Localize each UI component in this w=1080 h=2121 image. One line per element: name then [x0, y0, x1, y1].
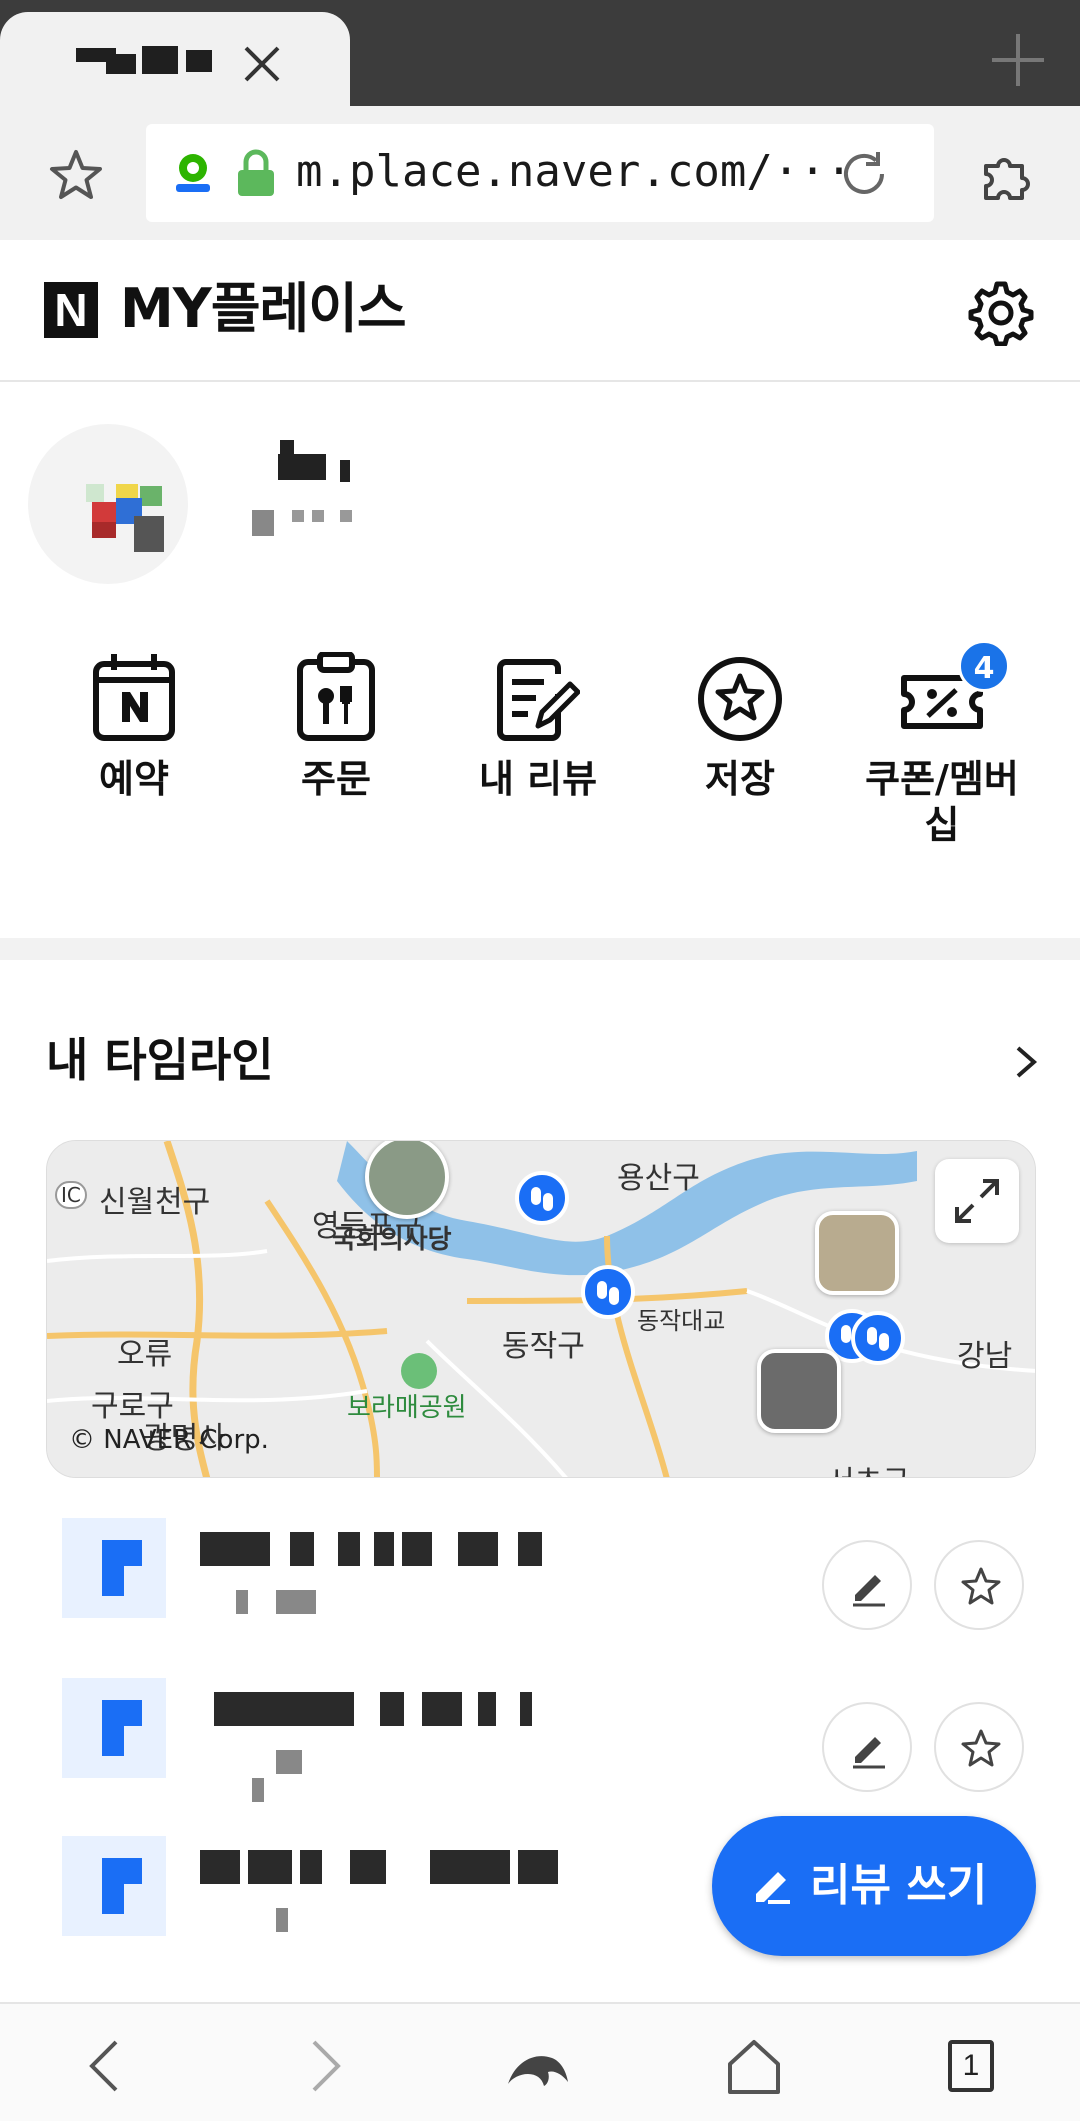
place-thumbnail: [62, 1678, 166, 1778]
menu-label: 내 리뷰: [478, 757, 598, 801]
write-review-fab[interactable]: 리뷰 쓰기: [712, 1816, 1036, 1956]
close-tab-icon[interactable]: [240, 42, 284, 86]
map-label: 용산구: [617, 1161, 700, 1196]
menu-label: 주문: [301, 757, 371, 801]
naver-logo[interactable]: N: [44, 282, 98, 338]
browser-tab[interactable]: [0, 12, 350, 106]
avatar[interactable]: [28, 424, 188, 584]
address-bar[interactable]: m.place.naver.com/···: [146, 124, 934, 222]
url-text: m.place.naver.com/···: [296, 146, 853, 197]
bookmark-star-icon[interactable]: [46, 146, 106, 206]
expand-map-button[interactable]: [935, 1159, 1019, 1243]
save-star-button[interactable]: [934, 1540, 1024, 1630]
place-title-redacted: [200, 1532, 560, 1566]
list-item[interactable]: [0, 1518, 1080, 1668]
place-title-redacted: [200, 1850, 560, 1884]
map-label: 보라매공원: [347, 1393, 467, 1423]
home-icon[interactable]: [722, 2034, 786, 2098]
calendar-n-icon: [93, 654, 175, 741]
menu-my-review[interactable]: 내 리뷰: [438, 640, 638, 860]
page-title: MY플레이스: [120, 277, 407, 340]
quick-menu: 예약 주문 내 리뷰 저장 4 쿠폰/멤버십: [0, 640, 1080, 870]
star-circle-icon: [698, 657, 782, 741]
timeline-title[interactable]: 내 타임라인: [46, 1030, 274, 1090]
map-label: 천구: [155, 1185, 211, 1220]
note-pen-icon: [497, 659, 580, 741]
expand-icon: [955, 1179, 999, 1223]
map-copyright: © NAVER Corp.: [69, 1425, 269, 1455]
map-label: 서초구: [827, 1457, 910, 1477]
map-label: 국회의사당: [332, 1225, 452, 1255]
map-label: 강남: [957, 1339, 1013, 1374]
place-subtitle-redacted: [236, 1590, 316, 1614]
place-photo-pin[interactable]: [815, 1211, 899, 1295]
write-review-button[interactable]: [822, 1540, 912, 1630]
map-label: 오류: [117, 1337, 173, 1372]
pencil-icon: [756, 1872, 790, 1904]
map-label: 신월: [99, 1185, 155, 1220]
dolphin-menu-icon[interactable]: [506, 2034, 570, 2098]
browser-toolbar: m.place.naver.com/···: [0, 106, 1080, 240]
menu-reservation[interactable]: 예약: [34, 640, 234, 860]
visit-pin[interactable]: [851, 1311, 905, 1365]
place-thumbnail: [62, 1518, 166, 1618]
timeline-map[interactable]: IC 신월 천구 용산구 영등포구 국회의사당 동작대교 동작구 강남 오류 구…: [46, 1140, 1036, 1478]
browser-bottom-bar: 1: [0, 2002, 1080, 2121]
clipboard-fork-icon: [297, 652, 375, 741]
location-pin-icon: [176, 154, 210, 192]
back-icon[interactable]: [76, 2034, 140, 2098]
visit-pin[interactable]: [515, 1171, 569, 1225]
profile-name-redacted: [200, 430, 360, 540]
menu-order[interactable]: 주문: [236, 640, 436, 860]
extension-puzzle-icon[interactable]: [976, 146, 1036, 206]
write-review-button[interactable]: [822, 1702, 912, 1792]
map-badge: IC: [55, 1181, 87, 1209]
visit-pin[interactable]: [581, 1265, 635, 1319]
tab-count-button[interactable]: 1: [948, 2040, 994, 2092]
menu-label: 예약: [99, 757, 169, 801]
map-label: 동작구: [502, 1329, 585, 1364]
fab-label: 리뷰 쓰기: [810, 1860, 988, 1911]
lock-icon: [238, 149, 274, 196]
save-star-button[interactable]: [934, 1702, 1024, 1792]
list-item[interactable]: [0, 1678, 1080, 1828]
gear-icon[interactable]: [968, 280, 1034, 346]
place-thumbnail: [62, 1836, 166, 1936]
pencil-icon: [853, 1575, 885, 1607]
reload-icon[interactable]: [834, 144, 894, 204]
menu-label: 쿠폰/멤버십: [865, 757, 1019, 847]
tab-title-redacted: [76, 40, 226, 80]
place-subtitle-redacted: [236, 1750, 316, 1802]
section-divider: [0, 938, 1080, 960]
place-title-redacted: [200, 1692, 560, 1726]
place-subtitle-redacted: [236, 1908, 316, 1932]
star-icon: [961, 1567, 1001, 1605]
menu-label: 저장: [705, 757, 775, 801]
place-photo-pin[interactable]: [757, 1349, 841, 1433]
browser-tab-strip: [0, 0, 1080, 106]
forward-icon[interactable]: [290, 2034, 354, 2098]
menu-coupon-membership[interactable]: 4 쿠폰/멤버십: [842, 640, 1042, 860]
map-label: 동작대교: [637, 1307, 726, 1335]
star-icon: [961, 1729, 1001, 1767]
chevron-right-icon[interactable]: [1010, 1042, 1042, 1082]
menu-saved[interactable]: 저장: [640, 640, 840, 860]
pencil-icon: [853, 1737, 885, 1769]
page-header: N MY플레이스: [0, 240, 1080, 382]
new-tab-icon[interactable]: [988, 30, 1048, 90]
coupon-count-badge: 4: [958, 640, 1010, 692]
